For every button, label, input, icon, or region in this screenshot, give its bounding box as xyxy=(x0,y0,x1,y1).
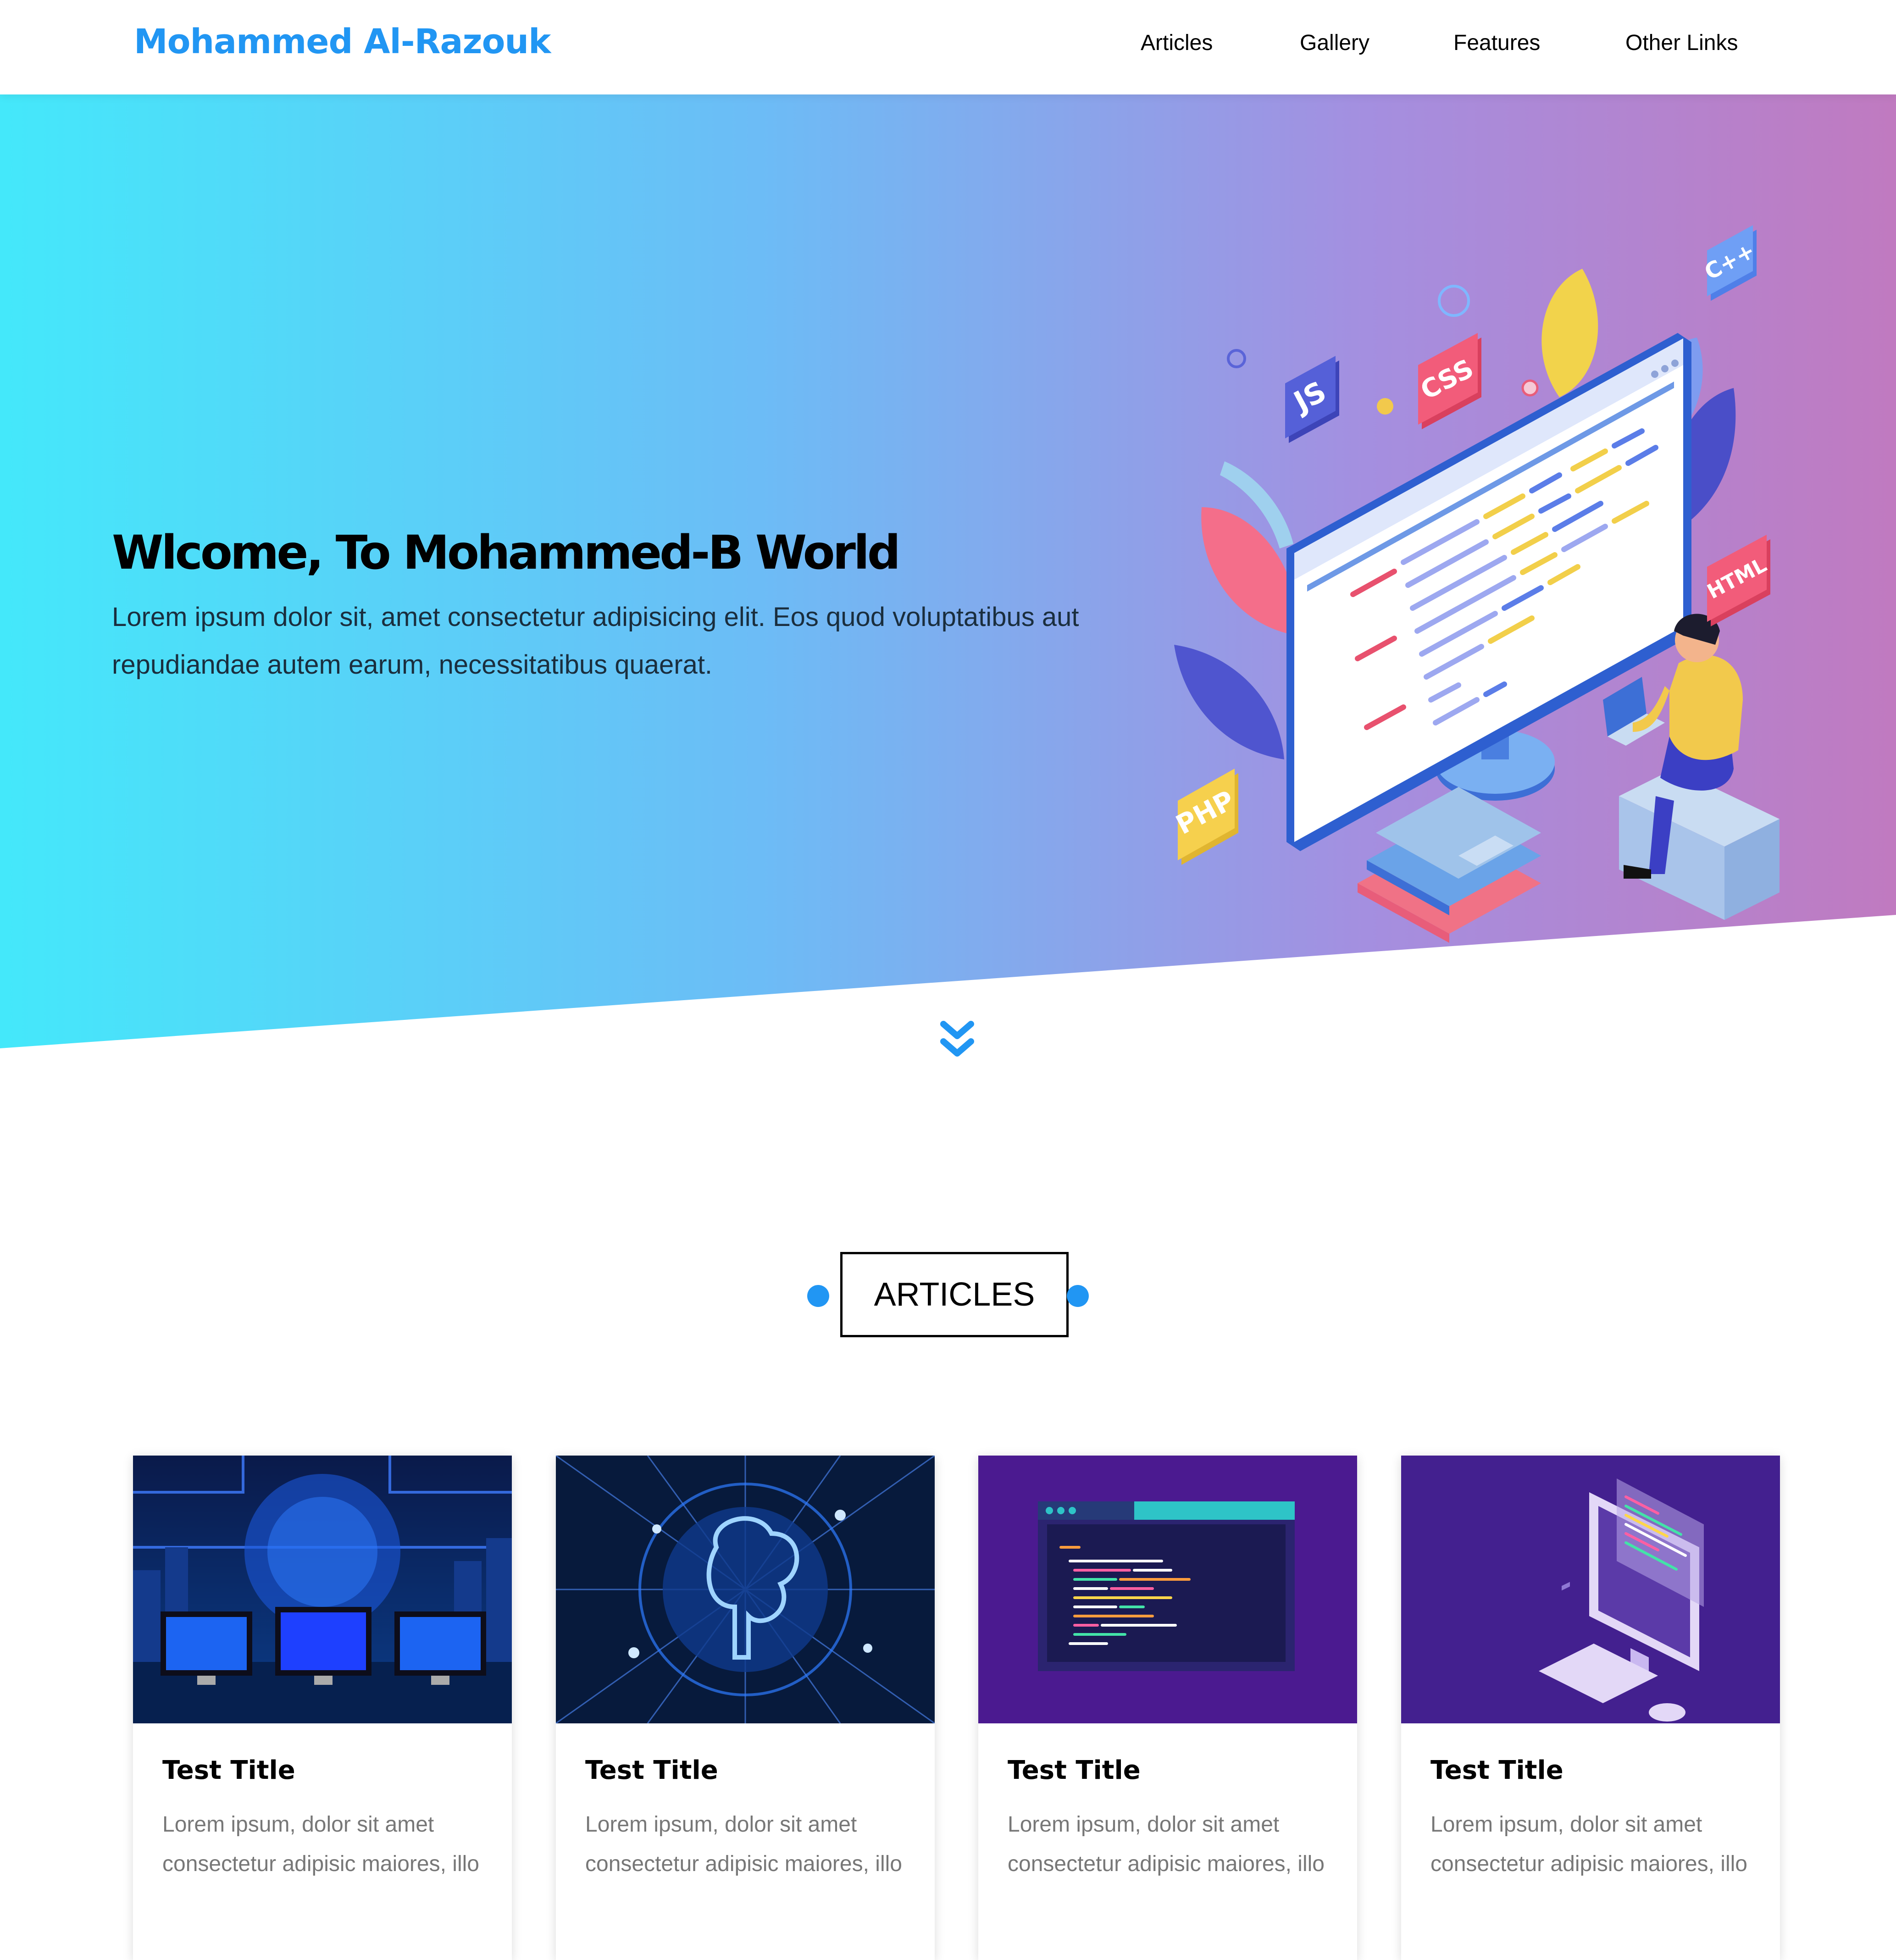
articles-heading-label: ARTICLES xyxy=(840,1252,1069,1337)
article-text: Lorem ipsum, dolor sit amet consectetur … xyxy=(1008,1812,1325,1876)
article-text: Lorem ipsum, dolor sit amet consectetur … xyxy=(585,1812,902,1876)
heading-dot-right xyxy=(1067,1285,1089,1307)
php-badge: PHP xyxy=(1171,769,1240,865)
cpp-badge: C++ xyxy=(1700,225,1759,301)
article-title[interactable]: Test Title xyxy=(1430,1755,1563,1785)
js-badge: JS xyxy=(1285,356,1339,443)
css-badge: CSS xyxy=(1416,333,1481,429)
article-title[interactable]: Test Title xyxy=(162,1755,295,1785)
heading-dot-left xyxy=(807,1285,829,1307)
articles-heading: ARTICLES xyxy=(807,1252,1089,1342)
article-image-brain xyxy=(556,1456,935,1723)
article-card[interactable]: Test Title Lorem ipsum, dolor sit amet c… xyxy=(133,1456,512,1960)
nav-link-articles[interactable]: Articles xyxy=(1141,30,1213,55)
developer-illustration: JS CSS C++ HTML PHP xyxy=(1171,225,1780,943)
article-image-monitors xyxy=(133,1456,512,1723)
header: Mohammed Al-Razouk Articles Gallery Feat… xyxy=(0,0,1896,94)
article-image-isometric-computer xyxy=(1401,1456,1780,1723)
article-title[interactable]: Test Title xyxy=(1008,1755,1141,1785)
hero-title: Wlcome, To Mohammed-B World xyxy=(112,526,901,580)
article-image-code-window xyxy=(978,1456,1357,1723)
hero-section: Wlcome, To Mohammed-B World Lorem ipsum … xyxy=(0,94,1896,1048)
article-card[interactable]: Test Title Lorem ipsum, dolor sit amet c… xyxy=(978,1456,1357,1960)
html-badge: HTML xyxy=(1703,535,1770,626)
site-logo[interactable]: Mohammed Al-Razouk xyxy=(134,22,551,61)
nav-link-gallery[interactable]: Gallery xyxy=(1300,30,1369,55)
article-card[interactable]: Test Title Lorem ipsum, dolor sit amet c… xyxy=(556,1456,935,1960)
article-card[interactable]: Test Title Lorem ipsum, dolor sit amet c… xyxy=(1401,1456,1780,1960)
nav-link-features[interactable]: Features xyxy=(1453,30,1540,55)
nav-link-other-links[interactable]: Other Links xyxy=(1625,30,1738,55)
article-text: Lorem ipsum, dolor sit amet consectetur … xyxy=(1430,1812,1747,1876)
article-title[interactable]: Test Title xyxy=(585,1755,718,1785)
article-text: Lorem ipsum, dolor sit amet consectetur … xyxy=(162,1812,479,1876)
double-chevron-down-icon[interactable] xyxy=(940,1020,975,1062)
hero-text: Lorem ipsum dolor sit, amet consectetur … xyxy=(112,602,1079,680)
